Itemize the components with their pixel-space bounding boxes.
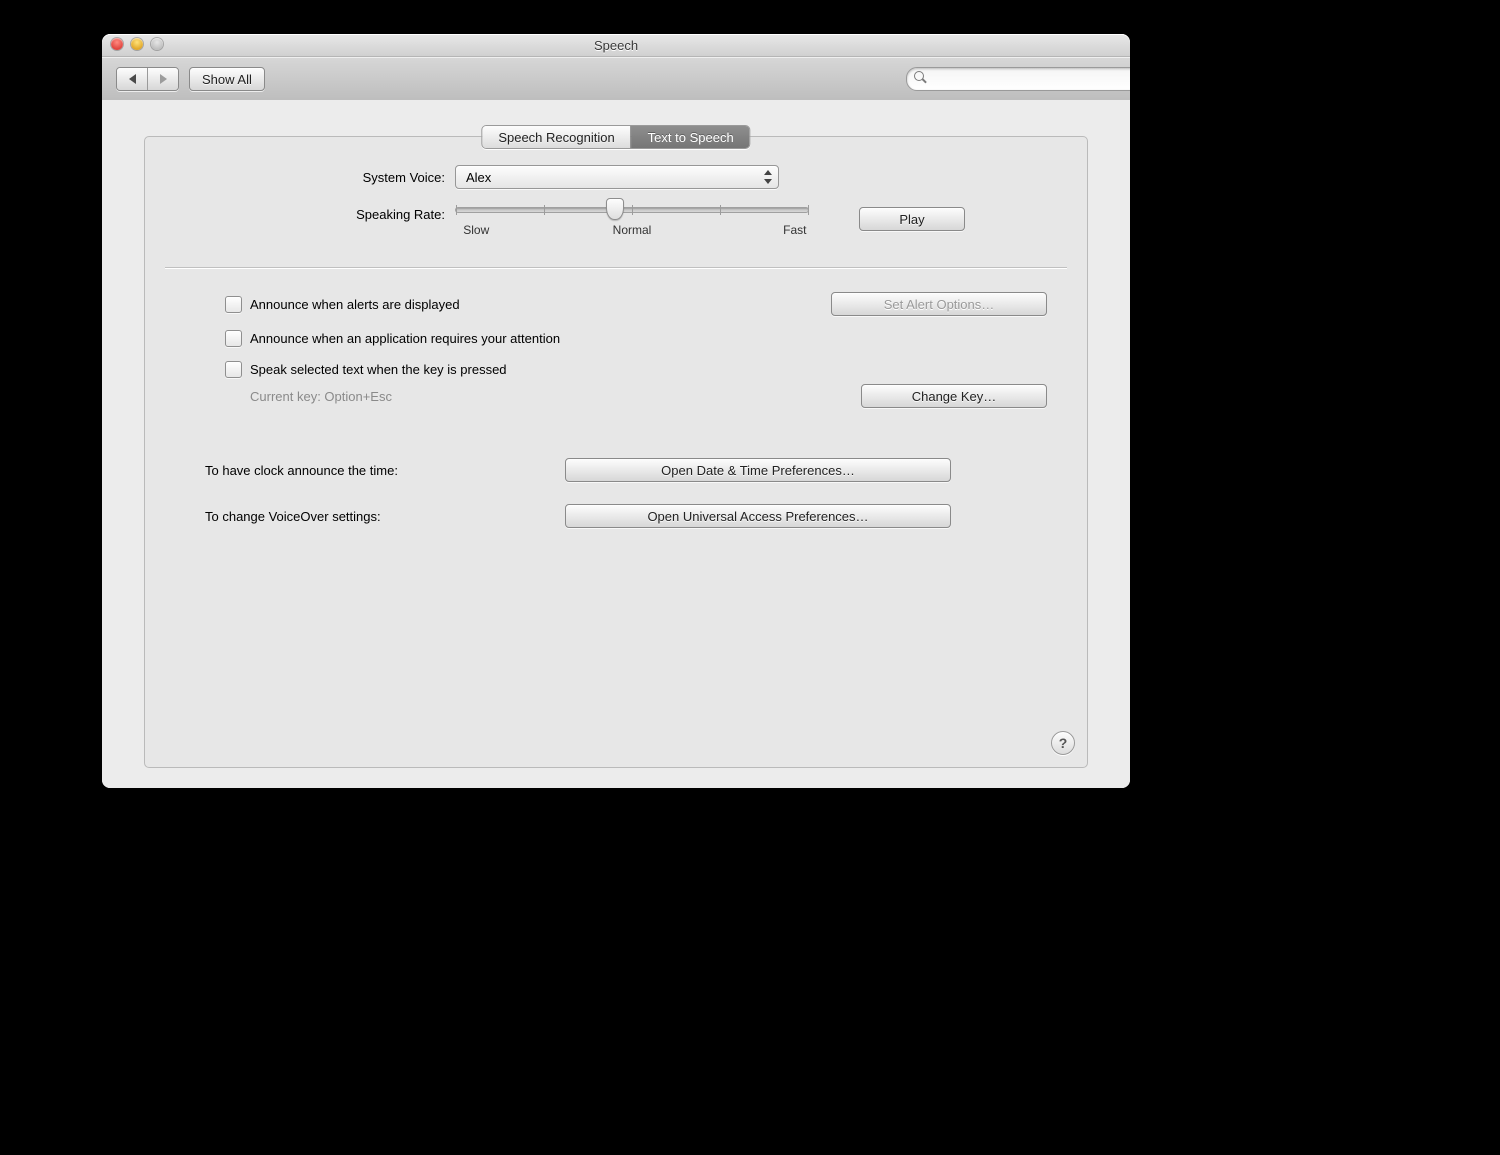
announce-alerts-checkbox[interactable] <box>225 296 242 313</box>
system-voice-popup[interactable]: Alex <box>455 165 779 189</box>
chevron-right-icon <box>160 74 167 84</box>
content-area: Speech Recognition Text to Speech System… <box>102 100 1130 788</box>
tab-speech-recognition[interactable]: Speech Recognition <box>482 126 630 148</box>
popup-arrows-icon <box>762 169 772 185</box>
open-date-time-button[interactable]: Open Date & Time Preferences… <box>565 458 951 482</box>
help-button[interactable]: ? <box>1051 731 1075 755</box>
preferences-window: Speech Show All Speech Recognition Text … <box>102 34 1130 788</box>
voiceover-settings-label: To change VoiceOver settings: <box>205 509 565 524</box>
tab-text-to-speech[interactable]: Text to Speech <box>631 126 750 148</box>
tab-bar: Speech Recognition Text to Speech <box>481 125 750 149</box>
nav-segmented <box>116 67 179 91</box>
search-icon <box>914 71 927 84</box>
play-button[interactable]: Play <box>859 207 965 231</box>
announce-alerts-label: Announce when alerts are displayed <box>250 297 460 312</box>
close-window-button[interactable] <box>111 38 123 50</box>
system-voice-value: Alex <box>466 170 491 185</box>
chevron-left-icon <box>129 74 136 84</box>
back-button[interactable] <box>117 68 147 90</box>
set-alert-options-button[interactable]: Set Alert Options… <box>831 292 1047 316</box>
announce-attention-checkbox[interactable] <box>225 330 242 347</box>
divider <box>165 267 1067 268</box>
settings-panel: Speech Recognition Text to Speech System… <box>144 136 1088 768</box>
show-all-button[interactable]: Show All <box>189 67 265 91</box>
slider-label-slow: Slow <box>463 223 489 237</box>
search-field-wrap <box>906 67 1116 91</box>
forward-button[interactable] <box>147 68 178 90</box>
slider-label-normal: Normal <box>613 223 652 237</box>
zoom-window-button[interactable] <box>151 38 163 50</box>
speaking-rate-label: Speaking Rate: <box>165 207 455 222</box>
minimize-window-button[interactable] <box>131 38 143 50</box>
current-key-label: Current key: Option+Esc <box>250 389 392 404</box>
change-key-button[interactable]: Change Key… <box>861 384 1047 408</box>
traffic-lights <box>111 38 163 50</box>
slider-label-fast: Fast <box>783 223 806 237</box>
speak-selected-checkbox[interactable] <box>225 361 242 378</box>
search-input[interactable] <box>906 67 1130 91</box>
speak-selected-label: Speak selected text when the key is pres… <box>250 362 507 377</box>
slider-thumb[interactable] <box>606 198 624 220</box>
titlebar[interactable]: Speech <box>102 34 1130 57</box>
open-universal-access-button[interactable]: Open Universal Access Preferences… <box>565 504 951 528</box>
speaking-rate-slider[interactable]: Slow Normal Fast <box>455 207 809 237</box>
clock-announce-label: To have clock announce the time: <box>205 463 565 478</box>
window-title: Speech <box>102 38 1130 53</box>
toolbar: Show All <box>102 57 1130 102</box>
system-voice-label: System Voice: <box>165 170 455 185</box>
announce-attention-label: Announce when an application requires yo… <box>250 331 560 346</box>
